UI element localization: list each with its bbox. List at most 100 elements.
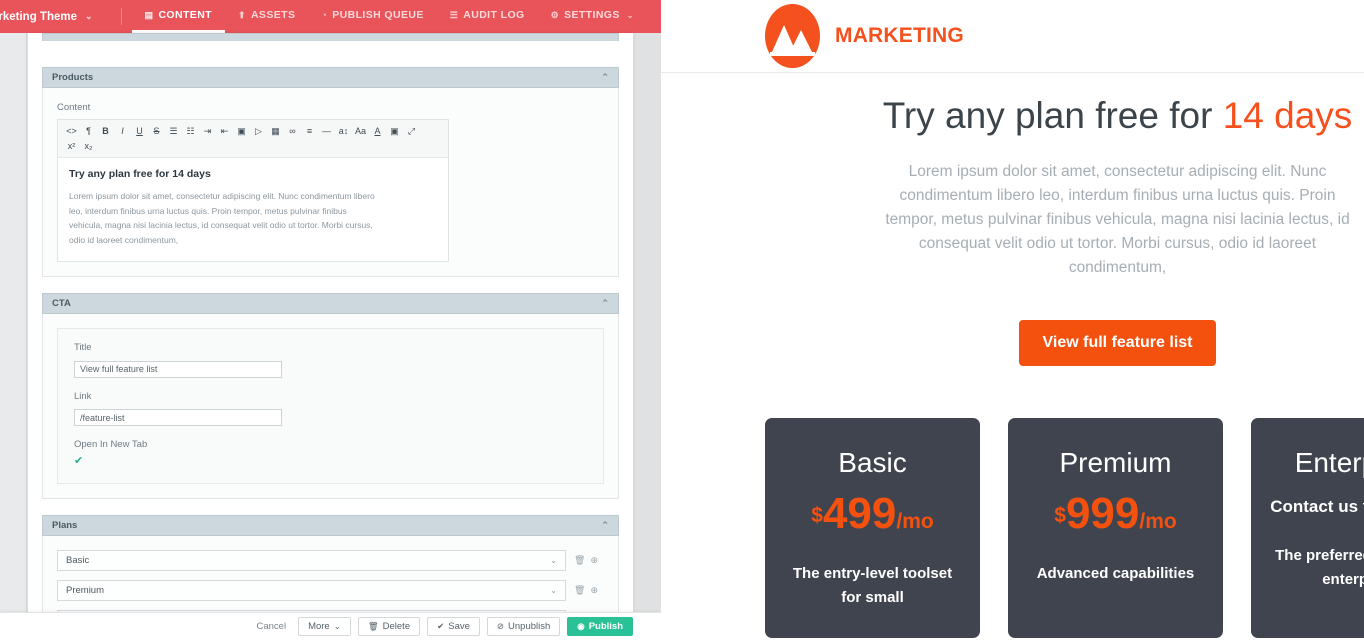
plan-row-actions: 🗑 ⊕ <box>574 585 598 596</box>
nav-tab-settings[interactable]: ⚙ SETTINGS ⌄ <box>538 0 647 33</box>
panel-products-header[interactable]: Products ⌃ <box>42 67 619 88</box>
price-amount: 999 <box>1065 489 1140 539</box>
list-icon: ☰ <box>449 9 459 20</box>
plan-select-basic[interactable]: Basic ⌄ <box>57 550 566 571</box>
price-period: /mo <box>896 510 934 534</box>
unpublish-icon: ⊘ <box>496 621 505 631</box>
chevron-up-icon[interactable]: ⌃ <box>601 520 609 531</box>
preview-site-header: MARKETING <box>661 0 1364 73</box>
bold-icon[interactable]: B <box>97 124 114 139</box>
pricing-card-enterprise-contact: Contact us for pricing <box>1270 497 1364 517</box>
nav-tabs: ▤ CONTENT ⬆ ASSETS ◔ PUBLISH QUEUE ☰ AUD… <box>131 0 647 33</box>
paragraph-icon[interactable]: ¶ <box>80 124 97 139</box>
check-icon: ✔ <box>437 621 445 631</box>
fullscreen-icon[interactable]: ⤢ <box>403 124 420 139</box>
save-button[interactable]: ✔ Save <box>427 617 480 636</box>
align-icon[interactable]: ≡ <box>301 124 318 139</box>
more-button[interactable]: More ⌄ <box>298 617 351 636</box>
nav-tab-assets[interactable]: ⬆ ASSETS <box>225 0 308 33</box>
rich-text-editor[interactable]: <> ¶ B I U S ☰ ☷ ⇥ ⇤ ▣ ▷ ▦ ∞ ≡ — a↕ Aa A… <box>57 119 449 262</box>
cta-field-card: Title Link Open In New Tab ✔ <box>57 328 604 484</box>
theme-selector-label: arketing Theme <box>0 10 77 23</box>
nav-divider <box>120 8 122 25</box>
nav-tab-content[interactable]: ▤ CONTENT <box>131 0 225 33</box>
highlight-icon[interactable]: ▣ <box>386 124 403 139</box>
link-icon[interactable]: ∞ <box>284 124 301 139</box>
panel-cta: CTA ⌃ Title Link Open In New Tab ✔ <box>42 293 619 499</box>
text-color-icon[interactable]: A <box>369 124 386 139</box>
gear-icon: ⚙ <box>550 9 560 20</box>
hero-cta-button[interactable]: View full feature list <box>1018 319 1217 366</box>
pricing-card-premium-desc: Advanced capabilities <box>1036 565 1195 583</box>
code-icon[interactable]: <> <box>63 124 80 139</box>
nav-tab-publish-queue[interactable]: ◔ PUBLISH QUEUE <box>308 0 436 33</box>
nav-tab-settings-label: SETTINGS <box>564 9 620 21</box>
site-logo-text: MARKETING <box>835 24 964 47</box>
app-root: arketing Theme ⌄ ▤ CONTENT ⬆ ASSETS ◔ PU… <box>0 0 1364 640</box>
line-height-icon[interactable]: a↕ <box>335 124 352 139</box>
trash-icon[interactable]: 🗑 <box>574 585 585 596</box>
plan-row: Basic ⌄ 🗑 ⊕ <box>57 550 604 571</box>
image-icon[interactable]: ▣ <box>233 124 250 139</box>
delete-button[interactable]: 🗑 Delete <box>357 617 421 636</box>
underline-icon[interactable]: U <box>131 124 148 139</box>
document-icon: ▤ <box>144 9 154 20</box>
hero-title: Try any plan free for 14 days <box>661 95 1364 138</box>
unpublish-button[interactable]: ⊘ Unpublish <box>486 617 561 636</box>
theme-selector[interactable]: arketing Theme ⌄ <box>0 0 107 33</box>
indent-icon[interactable]: ⇤ <box>216 124 233 139</box>
cms-right-gutter <box>633 33 661 640</box>
horizontal-rule-icon[interactable]: — <box>318 124 335 139</box>
price-period: /mo <box>1139 510 1177 534</box>
cancel-button[interactable]: Cancel <box>251 617 291 636</box>
panel-cta-header[interactable]: CTA ⌃ <box>42 293 619 314</box>
nav-tab-content-label: CONTENT <box>158 9 212 21</box>
publish-icon: ◉ <box>577 621 585 631</box>
chevron-down-icon: ⌄ <box>626 10 634 20</box>
add-circle-icon[interactable]: ⊕ <box>590 585 598 596</box>
delete-button-label: Delete <box>382 621 411 632</box>
video-icon[interactable]: ▷ <box>250 124 267 139</box>
rich-text-toolbar: <> ¶ B I U S ☰ ☷ ⇥ ⇤ ▣ ▷ ▦ ∞ ≡ — a↕ Aa A… <box>58 120 448 158</box>
plan-select-premium-value: Premium <box>66 585 105 596</box>
pricing-card-premium: Premium $999/mo Advanced capabilities <box>1008 417 1223 638</box>
cms-body: Products ⌃ Content <> ¶ B I U S ☰ ☷ ⇥ ⇤ … <box>0 33 661 640</box>
nav-tab-assets-label: ASSETS <box>250 9 296 21</box>
nav-tab-audit-log[interactable]: ☰ AUDIT LOG <box>437 0 538 33</box>
publish-button-label: Publish <box>588 621 623 632</box>
cta-link-label: Link <box>74 390 92 402</box>
table-icon[interactable]: ▦ <box>267 124 284 139</box>
bullet-list-icon[interactable]: ☰ <box>165 124 182 139</box>
superscript-icon[interactable]: x² <box>63 139 80 154</box>
pricing-card-enterprise-desc: The preferred choice of enterprise <box>1275 547 1364 589</box>
publish-button[interactable]: ◉ Publish <box>567 617 633 636</box>
panel-plans-header[interactable]: Plans ⌃ <box>42 515 619 536</box>
chevron-up-icon[interactable]: ⌃ <box>601 298 609 309</box>
hero-paragraph: Lorem ipsum dolor sit amet, consectetur … <box>885 162 1350 276</box>
panel-cta-body: Title Link Open In New Tab ✔ <box>42 314 619 499</box>
panel-header-partial-above[interactable] <box>42 33 619 41</box>
panel-products: Products ⌃ Content <> ¶ B I U S ☰ ☷ ⇥ ⇤ … <box>42 67 619 277</box>
italic-icon[interactable]: I <box>114 124 131 139</box>
plan-row: Premium ⌄ 🗑 ⊕ <box>57 580 604 601</box>
unpublish-button-label: Unpublish <box>508 621 551 632</box>
top-navigation-bar: arketing Theme ⌄ ▤ CONTENT ⬆ ASSETS ◔ PU… <box>0 0 661 33</box>
cta-title-label: Title <box>74 342 92 353</box>
cta-link-input[interactable] <box>74 409 282 426</box>
cta-newtab-checkbox[interactable]: ✔ <box>74 456 587 467</box>
numbered-list-icon[interactable]: ☷ <box>182 124 199 139</box>
trash-icon[interactable]: 🗑 <box>574 555 585 566</box>
add-circle-icon[interactable]: ⊕ <box>590 555 598 566</box>
chevron-up-icon[interactable]: ⌃ <box>601 72 609 83</box>
strikethrough-icon[interactable]: S <box>148 124 165 139</box>
chevron-down-icon: ⌄ <box>550 556 557 565</box>
plan-select-premium[interactable]: Premium ⌄ <box>57 580 566 601</box>
cta-title-input[interactable] <box>74 360 282 378</box>
rich-text-content-area[interactable]: Try any plan free for 14 days Lorem ipsu… <box>58 158 448 261</box>
outdent-icon[interactable]: ⇥ <box>199 124 216 139</box>
subscript-icon[interactable]: x₂ <box>80 139 97 154</box>
pricing-card-premium-name: Premium <box>1059 446 1172 478</box>
panel-products-body: Content <> ¶ B I U S ☰ ☷ ⇥ ⇤ ▣ ▷ ▦ ∞ ≡ —… <box>42 88 619 277</box>
font-size-icon[interactable]: Aa <box>352 124 369 139</box>
pricing-card-basic-price: $499/mo <box>783 492 962 536</box>
